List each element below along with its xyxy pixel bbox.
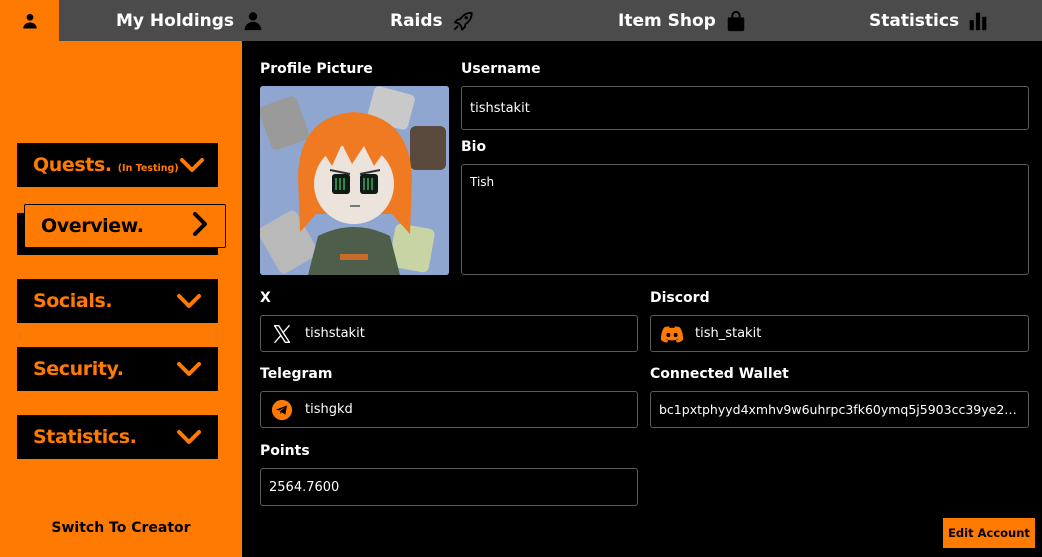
chevron-down-icon xyxy=(176,360,202,378)
bio-value: Tish xyxy=(470,175,495,189)
sidebar-item-socials[interactable]: Socials. xyxy=(17,279,218,323)
points-input[interactable]: 2564.7600 xyxy=(260,468,638,506)
chevron-down-icon xyxy=(179,156,205,174)
discord-icon xyxy=(659,325,685,343)
chevron-down-icon xyxy=(176,292,202,310)
connected-wallet-label: Connected Wallet xyxy=(650,366,789,382)
sidebar-item-label: Security. xyxy=(33,358,124,380)
telegram-input[interactable]: tishgkd xyxy=(260,391,638,428)
discord-label: Discord xyxy=(650,290,710,306)
sidebar-item-label: Quests. xyxy=(33,154,112,176)
nav-my-holdings-label: My Holdings xyxy=(116,10,235,31)
x-value: tishstakit xyxy=(305,326,365,341)
rocket-icon xyxy=(452,10,474,32)
chevron-down-icon xyxy=(176,428,202,446)
bar-chart-icon xyxy=(968,11,988,31)
nav-statistics[interactable]: Statistics xyxy=(869,0,988,41)
discord-input[interactable]: tish_stakit xyxy=(650,315,1029,352)
telegram-icon xyxy=(269,399,295,421)
sidebar-item-quests[interactable]: Quests. (In Testing) xyxy=(17,143,218,187)
x-logo-icon xyxy=(269,324,295,344)
discord-value: tish_stakit xyxy=(695,326,762,341)
chevron-right-icon xyxy=(191,211,209,242)
sidebar-item-label: Overview. xyxy=(41,215,144,237)
edit-account-button[interactable]: Edit Account xyxy=(943,518,1035,548)
points-value: 2564.7600 xyxy=(269,479,340,495)
nav-item-shop-label: Item Shop xyxy=(618,10,716,31)
switch-to-creator-link[interactable]: Switch To Creator xyxy=(0,520,242,536)
bio-textarea[interactable]: Tish xyxy=(461,164,1029,275)
username-value: tishstakit xyxy=(470,100,530,116)
sidebar-item-label: Socials. xyxy=(33,290,113,312)
telegram-value: tishgkd xyxy=(305,402,353,417)
profile-picture[interactable] xyxy=(260,86,449,275)
user-icon xyxy=(243,10,263,32)
x-label: X xyxy=(260,290,271,306)
top-navigation: My Holdings Raids Item Shop Statistics xyxy=(0,0,1042,41)
profile-picture-label: Profile Picture xyxy=(260,61,373,77)
telegram-label: Telegram xyxy=(260,366,333,382)
points-label: Points xyxy=(260,443,310,459)
connected-wallet-input[interactable]: bc1pxtphyyd4xmhv9w6uhrpc3fk60ymq5j5903cc… xyxy=(650,391,1029,428)
sidebar-item-overview[interactable]: Overview. xyxy=(24,204,226,248)
nav-raids[interactable]: Raids xyxy=(390,0,474,41)
wallet-value: bc1pxtphyyd4xmhv9w6uhrpc3fk60ymq5j5903cc… xyxy=(659,402,1020,417)
nav-item-shop[interactable]: Item Shop xyxy=(618,0,747,41)
nav-my-holdings[interactable]: My Holdings xyxy=(116,0,263,41)
sidebar-item-statistics[interactable]: Statistics. xyxy=(17,415,218,459)
x-input[interactable]: tishstakit xyxy=(260,315,638,352)
nav-statistics-label: Statistics xyxy=(869,10,960,31)
in-testing-tag: (In Testing) xyxy=(117,163,179,174)
profile-tab[interactable] xyxy=(0,0,59,41)
nav-raids-label: Raids xyxy=(390,10,443,31)
username-input[interactable]: tishstakit xyxy=(461,86,1029,130)
shopping-bag-icon xyxy=(725,10,747,32)
sidebar-item-security[interactable]: Security. xyxy=(17,347,218,391)
user-icon xyxy=(22,13,37,28)
username-label: Username xyxy=(461,61,541,77)
bio-label: Bio xyxy=(461,139,487,155)
sidebar-item-label: Statistics. xyxy=(33,426,137,448)
